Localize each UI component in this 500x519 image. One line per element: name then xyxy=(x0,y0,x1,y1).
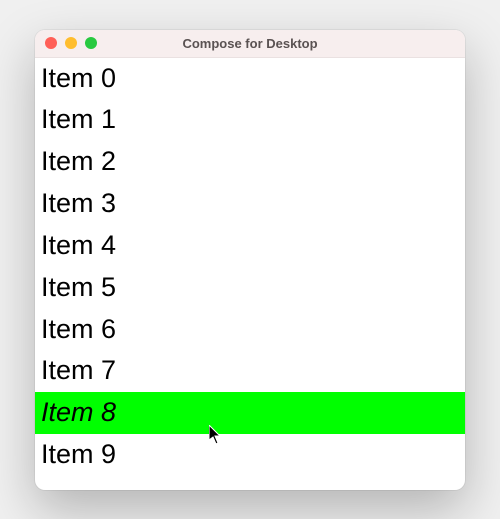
list-item[interactable]: Item 9 xyxy=(35,434,465,476)
window-maximize-button[interactable] xyxy=(85,37,97,49)
list-item[interactable]: Item 8 xyxy=(35,392,465,434)
list-item[interactable]: Item 5 xyxy=(35,267,465,309)
item-list: Item 0 Item 1 Item 2 Item 3 Item 4 Item … xyxy=(35,58,465,476)
list-item[interactable]: Item 0 xyxy=(35,58,465,100)
window-title: Compose for Desktop xyxy=(35,36,465,51)
content-area: Item 0 Item 1 Item 2 Item 3 Item 4 Item … xyxy=(35,58,465,490)
list-item[interactable]: Item 3 xyxy=(35,183,465,225)
window-minimize-button[interactable] xyxy=(65,37,77,49)
list-item[interactable]: Item 1 xyxy=(35,99,465,141)
window-close-button[interactable] xyxy=(45,37,57,49)
list-item[interactable]: Item 2 xyxy=(35,141,465,183)
list-item[interactable]: Item 7 xyxy=(35,350,465,392)
list-item[interactable]: Item 6 xyxy=(35,309,465,351)
app-window: Compose for Desktop Item 0 Item 1 Item 2… xyxy=(35,30,465,490)
list-item[interactable]: Item 4 xyxy=(35,225,465,267)
titlebar: Compose for Desktop xyxy=(35,30,465,58)
traffic-lights xyxy=(35,37,97,49)
